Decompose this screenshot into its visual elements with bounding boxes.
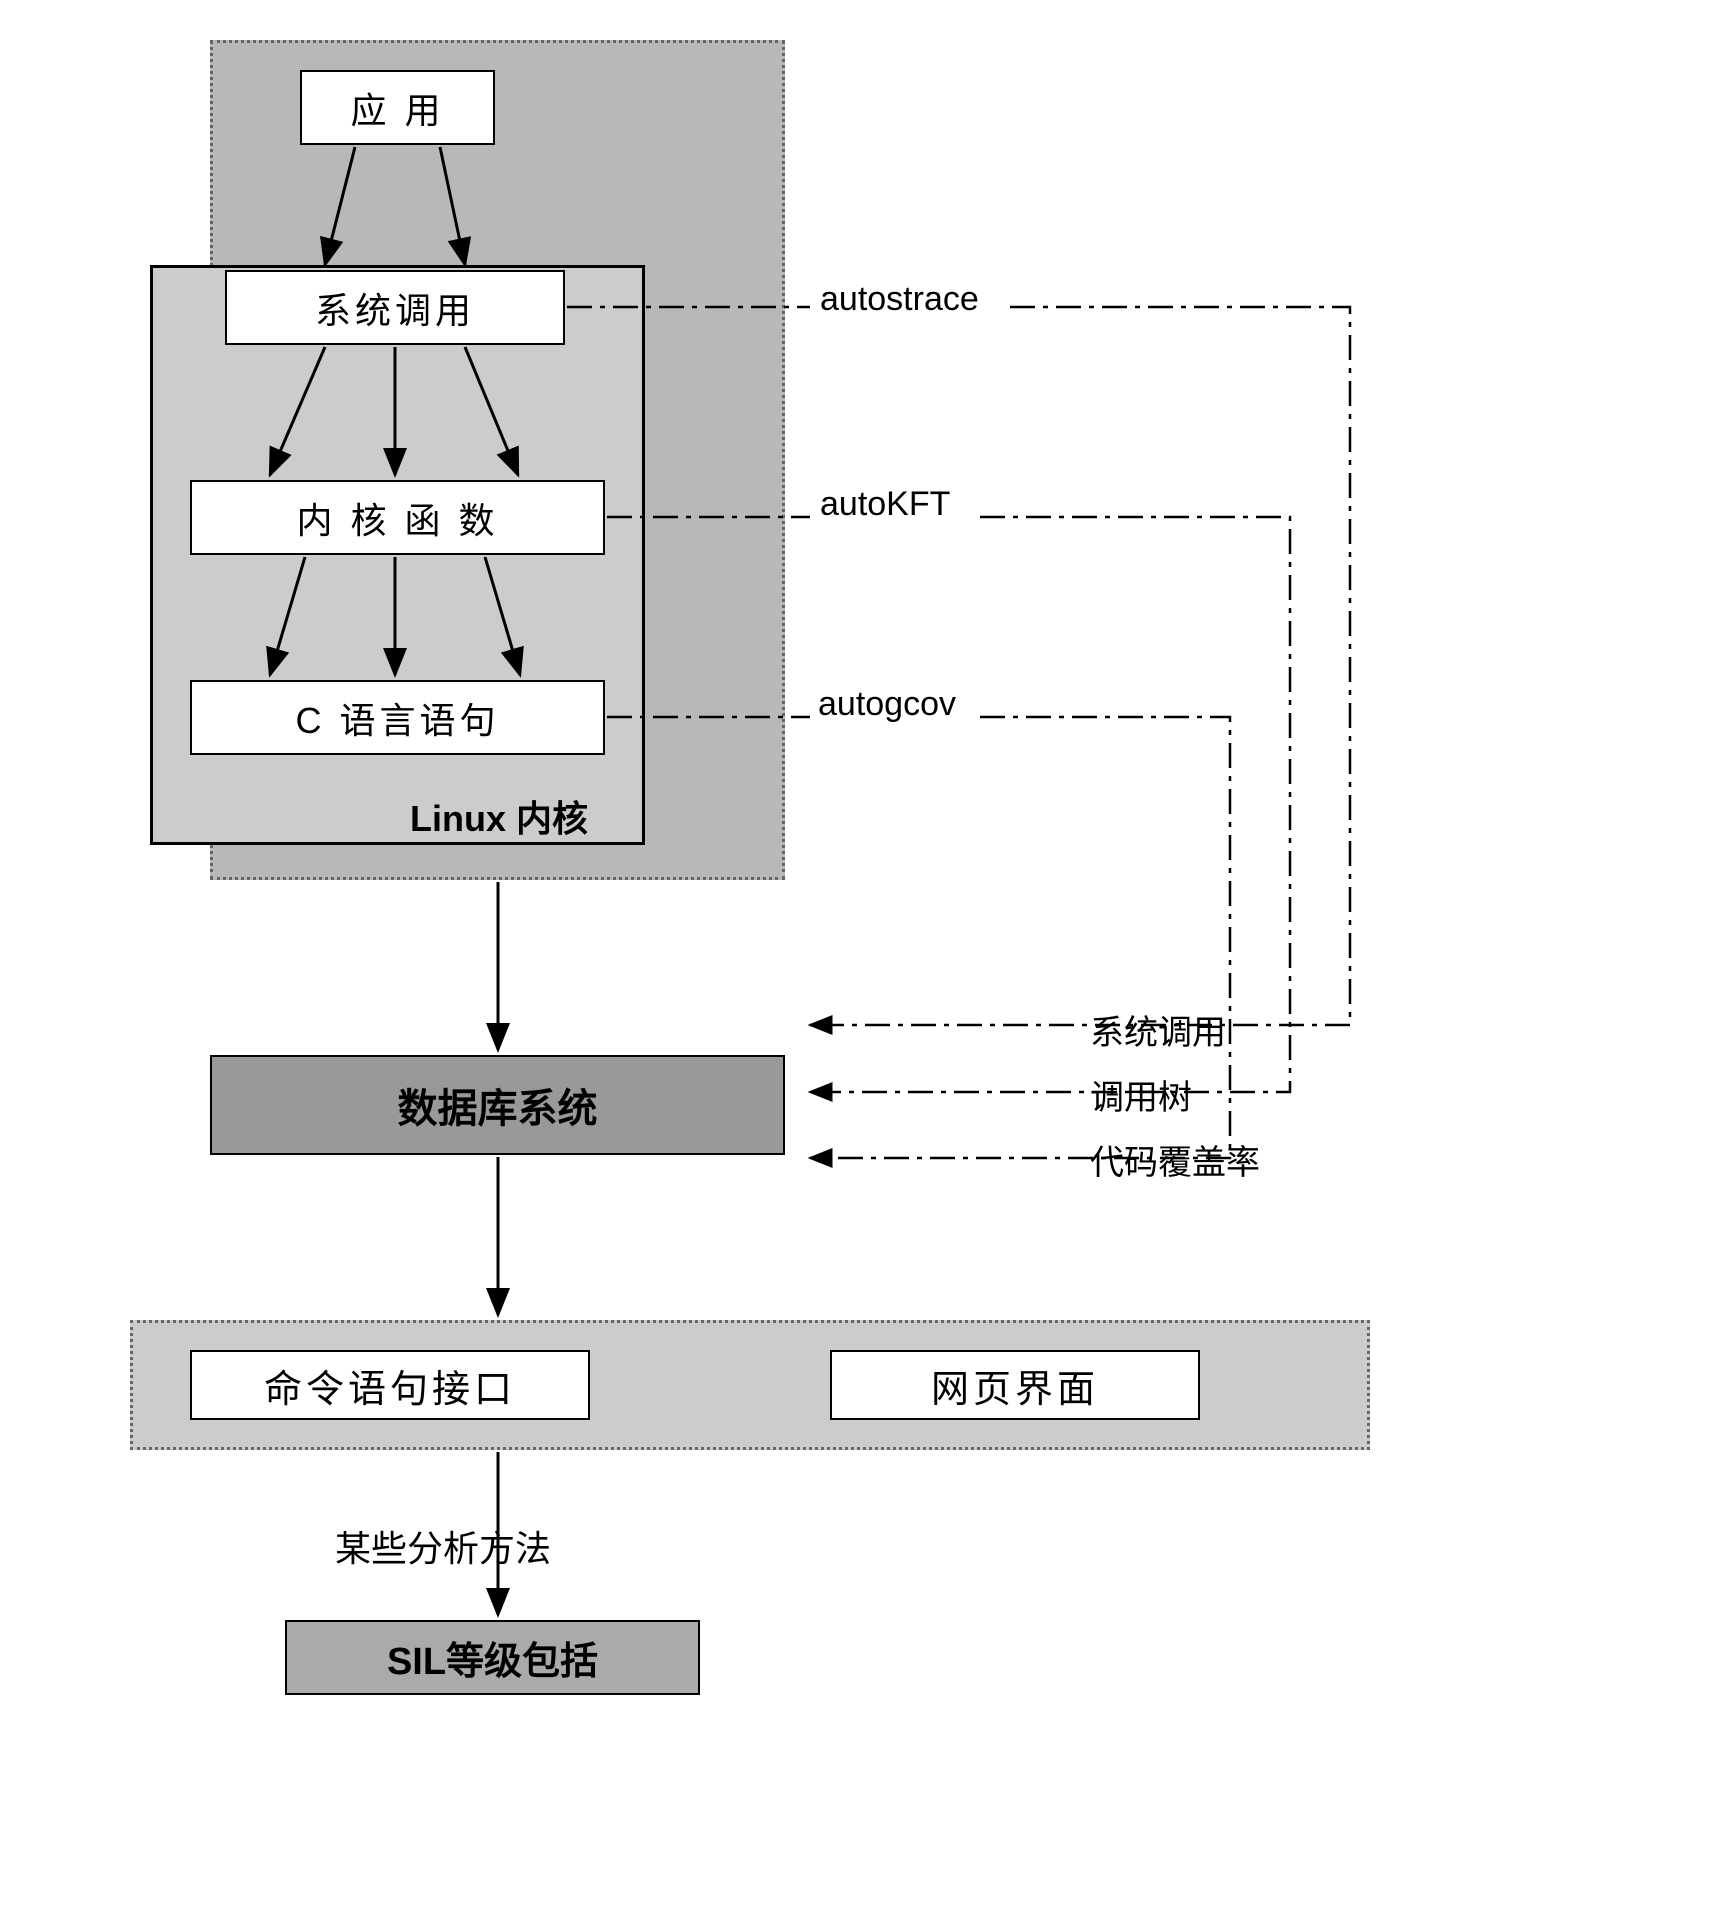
database-box: 数据库系统 xyxy=(210,1055,785,1155)
autostrace-label: autostrace xyxy=(820,280,979,319)
linux-kernel-container xyxy=(150,265,645,845)
sil-box: SIL等级包括 xyxy=(285,1620,700,1695)
db-syscall-label: 系统调用 xyxy=(1090,1005,1226,1054)
diagram-container: 应 用 系统调用 内 核 函 数 C 语言语句 Linux 内核 autostr… xyxy=(110,40,1610,1890)
analysis-method-label: 某些分析方法 xyxy=(335,1520,551,1572)
app-box: 应 用 xyxy=(300,70,495,145)
c-statement-box: C 语言语句 xyxy=(190,680,605,755)
syscall-box: 系统调用 xyxy=(225,270,565,345)
db-calltree-label: 调用树 xyxy=(1090,1070,1192,1119)
cmd-interface-box: 命令语句接口 xyxy=(190,1350,590,1420)
web-interface-box: 网页界面 xyxy=(830,1350,1200,1420)
db-coverage-label: 代码覆盖率 xyxy=(1090,1135,1260,1184)
autogcov-label: autogcov xyxy=(818,685,956,724)
linux-kernel-label: Linux 内核 xyxy=(410,790,588,842)
autokft-label: autoKFT xyxy=(820,485,950,524)
kernel-func-box: 内 核 函 数 xyxy=(190,480,605,555)
